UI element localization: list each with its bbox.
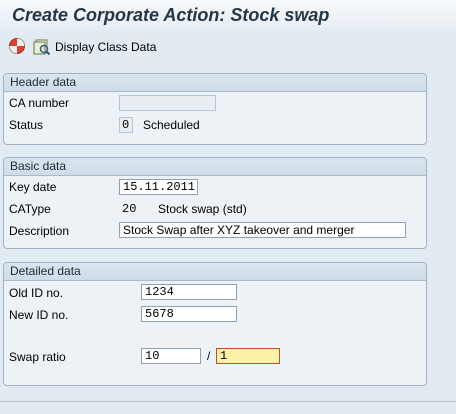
status-text: Scheduled (143, 118, 200, 132)
toolbar: Display Class Data (0, 30, 456, 64)
swap-ratio-separator: / (207, 349, 211, 363)
execute-icon (9, 38, 25, 54)
swap-ratio-left-field[interactable]: 10 (141, 348, 201, 364)
display-class-data-button[interactable]: Display Class Data (33, 38, 156, 56)
old-id-field[interactable]: 1234 (141, 284, 237, 300)
new-id-label: New ID no. (9, 308, 69, 322)
status-bar (0, 401, 456, 414)
basic-data-title: Basic data (4, 158, 426, 176)
key-date-field[interactable]: 15.11.2011 (119, 179, 198, 195)
key-date-label: Key date (9, 180, 57, 194)
description-label: Description (9, 224, 70, 238)
description-field[interactable]: Stock Swap after XYZ takeover and merger (119, 222, 406, 238)
execute-button[interactable] (8, 37, 26, 55)
ca-number-field[interactable] (119, 95, 216, 111)
old-id-label: Old ID no. (9, 286, 64, 300)
new-id-field[interactable]: 5678 (141, 306, 237, 322)
header-data-group: Header data CA number Status 0 Scheduled (3, 73, 427, 145)
display-class-data-label: Display Class Data (55, 40, 157, 54)
class-data-icon (33, 39, 51, 56)
header-data-title: Header data (4, 74, 426, 92)
status-label: Status (9, 118, 44, 132)
ca-number-label: CA number (9, 96, 70, 110)
page-title: Create Corporate Action: Stock swap (12, 5, 330, 25)
ca-type-label: CAType (9, 202, 51, 216)
detailed-data-group: Detailed data Old ID no. 1234 New ID no.… (3, 262, 427, 386)
detailed-data-title: Detailed data (4, 263, 426, 281)
basic-data-group: Basic data Key date 15.11.2011 CAType 20… (3, 157, 427, 249)
ca-type-text: Stock swap (std) (158, 202, 247, 216)
swap-ratio-label: Swap ratio (9, 350, 66, 364)
swap-ratio-right-field[interactable]: 1 (216, 348, 280, 364)
status-code-field: 0 (119, 117, 133, 133)
title-bar: Create Corporate Action: Stock swap (0, 0, 456, 30)
ca-type-code: 20 (122, 202, 137, 216)
